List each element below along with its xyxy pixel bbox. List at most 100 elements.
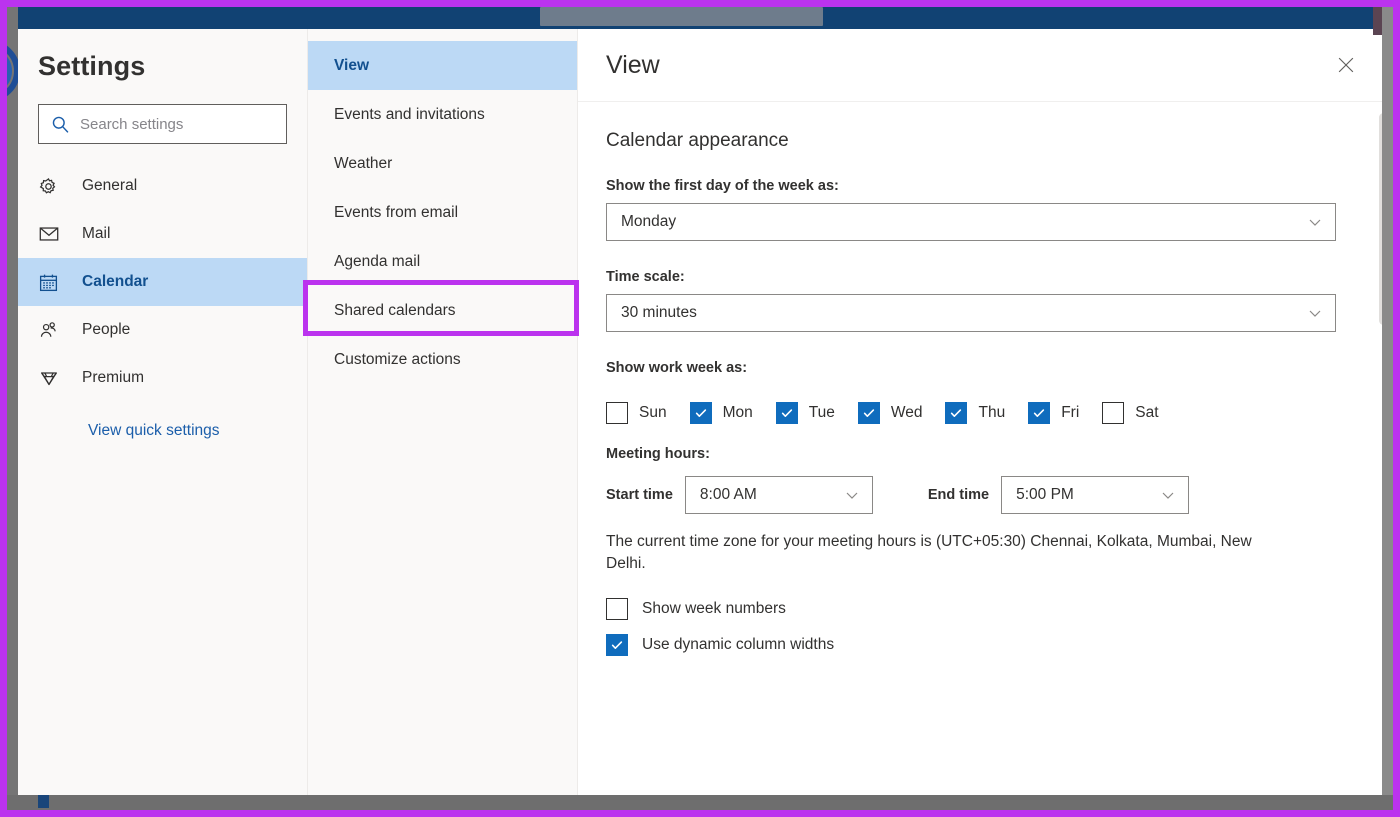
- weekday-thu[interactable]: Thu: [945, 402, 1005, 424]
- tab-customize-actions[interactable]: Customize actions: [308, 335, 577, 384]
- window-chrome-right: [1382, 7, 1393, 810]
- content-body: Calendar appearance Show the first day o…: [578, 102, 1393, 795]
- tab-events-and-invitations[interactable]: Events and invitations: [308, 90, 577, 139]
- end-time-label: End time: [927, 487, 990, 503]
- checkbox-tue[interactable]: [775, 402, 798, 424]
- option-label: Show week numbers: [642, 599, 786, 617]
- titlebar-corner: [1373, 7, 1382, 35]
- annotation-border-bottom: [0, 810, 1400, 817]
- weekday-label: Mon: [722, 404, 753, 421]
- people-icon: [38, 320, 64, 341]
- weekday-label: Thu: [978, 404, 1006, 421]
- sidebar-item-general[interactable]: General: [18, 162, 307, 210]
- weekday-sat[interactable]: Sat: [1102, 402, 1159, 424]
- section-title: Calendar appearance: [606, 130, 789, 151]
- meeting-hours-label: Meeting hours:: [606, 446, 710, 462]
- sidebar-item-label: Mail: [82, 225, 111, 242]
- window-chrome-left: [7, 7, 18, 810]
- first-day-dropdown[interactable]: Monday: [606, 203, 1336, 241]
- weekday-label: Fri: [1061, 404, 1080, 421]
- end-time-value: 5:00 PM: [1016, 486, 1074, 503]
- weekday-label: Sun: [639, 404, 667, 421]
- first-day-value: Monday: [621, 213, 677, 230]
- page-title: View: [606, 50, 660, 79]
- calendar-subnav-pane: View Events and invitations Weather Even…: [308, 29, 578, 795]
- weekday-fri[interactable]: Fri: [1028, 402, 1079, 424]
- weekday-mon[interactable]: Mon: [689, 402, 753, 424]
- checkbox-show-week-numbers[interactable]: [606, 597, 628, 620]
- view-quick-settings-link[interactable]: View quick settings: [18, 422, 307, 440]
- annotation-border-left: [0, 0, 7, 817]
- chevron-down-icon: [1160, 487, 1176, 503]
- checkbox-sun[interactable]: [606, 402, 628, 424]
- sidebar-item-label: People: [82, 321, 131, 338]
- start-time-dropdown[interactable]: 8:00 AM: [684, 476, 873, 514]
- tab-weather[interactable]: Weather: [308, 139, 577, 188]
- diamond-icon: [38, 367, 64, 389]
- window-chrome-bottom: [7, 795, 1393, 810]
- search-input[interactable]: [70, 115, 286, 133]
- settings-nav-list: General Mail Calendar People Premium: [18, 162, 307, 402]
- tab-shared-calendars[interactable]: Shared calendars: [308, 286, 577, 335]
- weekday-label: Tue: [808, 404, 835, 421]
- weekday-label: Wed: [890, 404, 923, 421]
- checkbox-fri[interactable]: [1028, 402, 1051, 424]
- work-week-checkbox-row: Sun Mon Tue Wed Thu Fri Sat: [606, 402, 1365, 424]
- tab-events-from-email[interactable]: Events from email: [308, 188, 577, 237]
- annotation-border-right: [1393, 0, 1400, 817]
- subnav-item-label: View: [334, 56, 370, 74]
- search-settings-box[interactable]: [38, 104, 287, 144]
- weekday-sun[interactable]: Sun: [606, 402, 667, 424]
- first-day-label: Show the first day of the week as:: [606, 178, 839, 194]
- option-label: Use dynamic column widths: [642, 635, 835, 653]
- option-use-dynamic-column-widths[interactable]: Use dynamic column widths: [606, 633, 1365, 656]
- work-week-label: Show work week as:: [606, 360, 748, 376]
- start-time-label: Start time: [606, 487, 673, 503]
- checkbox-use-dynamic-column-widths[interactable]: [606, 633, 628, 656]
- sidebar-item-label: Calendar: [82, 273, 149, 290]
- checkbox-wed[interactable]: [857, 402, 880, 424]
- titlebar-tab-segment: [540, 7, 823, 26]
- chevron-down-icon: [1307, 305, 1323, 321]
- chevron-down-icon: [844, 487, 860, 503]
- subnav-item-label: Shared calendars: [334, 301, 456, 319]
- subnav-item-label: Events from email: [334, 203, 459, 221]
- subnav-item-label: Events and invitations: [334, 105, 485, 123]
- checkbox-mon[interactable]: [689, 402, 712, 424]
- sidebar-item-label: General: [82, 177, 138, 194]
- content-header: View: [578, 29, 1393, 102]
- gear-icon: [38, 176, 64, 197]
- time-scale-value: 30 minutes: [621, 304, 697, 321]
- weekday-tue[interactable]: Tue: [775, 402, 835, 424]
- sidebar-item-premium[interactable]: Premium: [18, 354, 307, 402]
- subnav-item-label: Customize actions: [334, 350, 461, 368]
- time-scale-label: Time scale:: [606, 269, 685, 285]
- annotation-border-top: [0, 0, 1400, 7]
- envelope-icon: [38, 223, 64, 245]
- sidebar-item-people[interactable]: People: [18, 306, 307, 354]
- start-time-value: 8:00 AM: [699, 486, 757, 503]
- subnav-item-label: Weather: [334, 154, 393, 172]
- weekday-wed[interactable]: Wed: [857, 402, 923, 424]
- time-scale-dropdown[interactable]: 30 minutes: [606, 294, 1336, 332]
- settings-dialog: Settings Search settings General Mail Ca…: [18, 29, 1393, 795]
- screen-root: Settings Search settings General Mail Ca…: [0, 0, 1400, 817]
- meeting-hours-row: Start time 8:00 AM End time 5:00 PM: [606, 476, 1365, 514]
- calendar-icon: [38, 272, 64, 293]
- timezone-note: The current time zone for your meeting h…: [606, 533, 1252, 573]
- sidebar-item-calendar[interactable]: Calendar: [18, 258, 307, 306]
- taskbar-nub: [38, 795, 49, 808]
- tab-agenda-mail[interactable]: Agenda mail: [308, 237, 577, 286]
- weekday-label: Sat: [1135, 404, 1159, 421]
- sidebar-item-mail[interactable]: Mail: [18, 210, 307, 258]
- tab-view[interactable]: View: [308, 41, 577, 90]
- checkbox-thu[interactable]: [945, 402, 968, 424]
- end-time-dropdown[interactable]: 5:00 PM: [1001, 476, 1190, 514]
- checkbox-sat[interactable]: [1102, 402, 1125, 424]
- close-icon[interactable]: [1329, 48, 1363, 82]
- settings-nav-pane: Settings Search settings General Mail Ca…: [18, 29, 308, 795]
- settings-title: Settings: [38, 51, 146, 81]
- settings-content-pane: View Calendar appearance Show the first …: [578, 29, 1393, 795]
- sidebar-item-label: Premium: [82, 369, 145, 386]
- option-show-week-numbers[interactable]: Show week numbers: [606, 597, 1365, 620]
